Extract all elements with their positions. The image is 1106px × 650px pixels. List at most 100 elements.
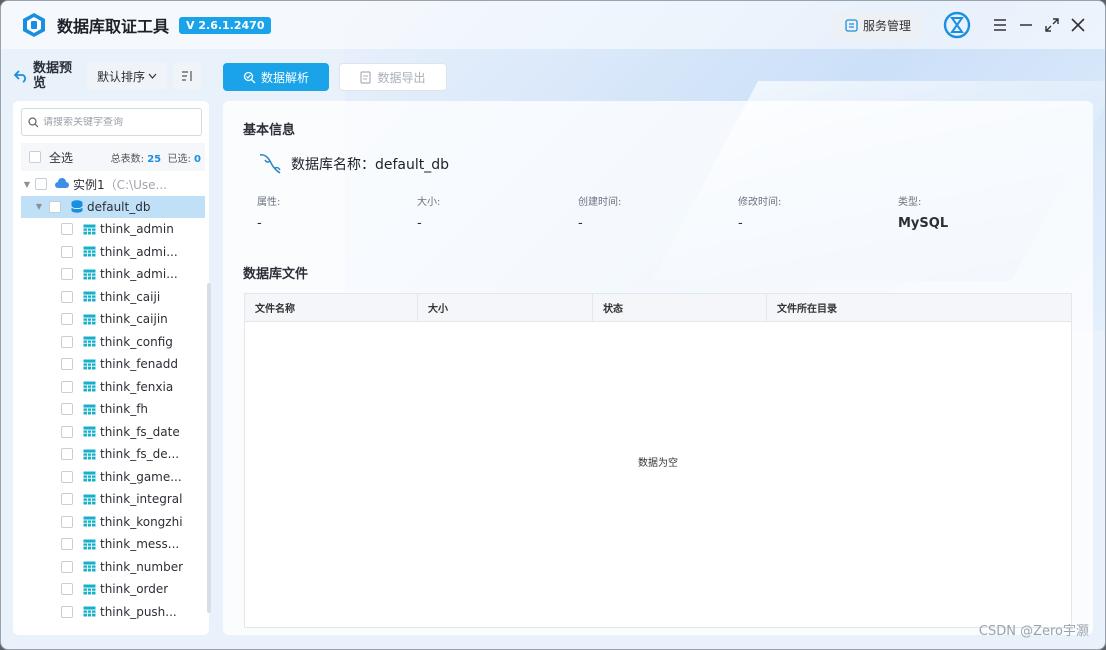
app-window: 数据库取证工具 V 2.6.1.2470 服务管理 数据预览 默认排序 请搜索关… [0,0,1106,650]
back-arrow-icon [13,70,26,83]
table-list-item[interactable]: think_push... [21,601,205,624]
table-checkbox[interactable] [61,290,73,303]
expand-arrow-icon[interactable]: ▼ [33,202,45,211]
table-counts: 总表数: 25 已选: 0 [111,150,201,165]
table-list-item[interactable]: think_fenadd [21,353,205,376]
attr-properties: 属性: - [257,193,407,231]
export-icon [360,70,372,84]
table-icon [83,516,96,527]
service-management-label: 服务管理 [862,18,911,33]
title-bar: 数据库取证工具 V 2.6.1.2470 服务管理 [1,1,1105,49]
table-list-item[interactable]: think_game... [21,466,205,489]
column-header[interactable]: 文件名称 [245,294,418,321]
table-icon [83,359,96,370]
table-list-item[interactable]: think_fh [21,398,205,421]
table-list-item[interactable]: think_kongzhi [21,511,205,534]
service-management-button[interactable]: 服务管理 [832,10,923,40]
database-name-row: 数据库名称：default_db [257,151,449,177]
table-checkbox[interactable] [61,380,73,393]
table-list-item[interactable]: think_config [21,331,205,354]
attr-value: - [578,216,583,231]
sort-order-icon [182,71,192,81]
parse-icon [243,71,256,83]
search-icon [28,116,39,127]
table-name: think_order [100,582,169,597]
table-checkbox[interactable] [61,448,73,461]
table-list-item[interactable]: think_admin [21,218,205,241]
table-name: think_caijin [100,312,168,327]
table-checkbox[interactable] [61,268,73,281]
table-list-item[interactable]: think_number [21,556,205,579]
search-input[interactable] [43,116,193,128]
sort-order-button[interactable] [173,62,202,90]
close-icon[interactable] [1067,14,1089,36]
attr-label: 创建时间: [578,197,622,208]
table-checkbox[interactable] [61,515,73,528]
expand-arrow-icon[interactable]: ▼ [21,180,33,189]
basic-info-title: 基本信息 [243,123,296,138]
table-list-item[interactable]: think_fenxia [21,376,205,399]
column-header[interactable]: 文件所在目录 [767,294,1071,321]
table-checkbox[interactable] [61,605,73,618]
table-checkbox[interactable] [61,245,73,258]
select-all-checkbox[interactable] [29,151,41,163]
table-list-item[interactable]: think_fs_de... [21,443,205,466]
table-icon [83,539,96,550]
back-label: 数据预览 [33,61,73,91]
tree-scrollbar[interactable] [207,283,211,613]
attr-modified-time: 修改时间: - [738,193,888,231]
tree-database-row[interactable]: ▼ default_db [21,195,205,218]
table-checkbox[interactable] [61,335,73,348]
list-icon [845,18,858,32]
data-parse-tab[interactable]: 数据解析 [223,63,329,91]
table-name: think_admi... [100,244,178,259]
table-list-item[interactable]: think_admi... [21,241,205,264]
table-list-item[interactable]: think_caiji [21,286,205,309]
table-name: think_caiji [100,289,161,304]
select-all-row: 全选 总表数: 25 已选: 0 [21,143,205,171]
table-checkbox[interactable] [61,223,73,236]
main-panel: 基本信息 数据库名称：default_db 属性: - 大小: - 创建时间: … [223,101,1093,635]
table-icon [83,246,96,257]
db-files-title: 数据库文件 [243,267,309,282]
table-checkbox[interactable] [61,403,73,416]
table-checkbox[interactable] [61,560,73,573]
version-badge: V 2.6.1.2470 [179,16,272,34]
table-checkbox[interactable] [61,470,73,483]
table-list-item[interactable]: think_order [21,578,205,601]
database-checkbox[interactable] [49,200,61,213]
sort-dropdown[interactable]: 默认排序 [87,62,168,90]
table-icon [83,449,96,460]
table-icon [83,426,96,437]
table-list-item[interactable]: think_fs_date [21,421,205,444]
attr-created-time: 创建时间: - [578,193,728,231]
instance-checkbox[interactable] [35,178,47,191]
column-header[interactable]: 大小 [418,294,593,321]
table-icon [83,314,96,325]
table-checkbox[interactable] [61,493,73,506]
menu-icon[interactable] [989,14,1011,36]
sort-label: 默认排序 [97,69,146,84]
table-list-item[interactable]: think_integral [21,488,205,511]
table-icon [83,561,96,572]
minimize-icon[interactable] [1015,14,1037,36]
table-list-item[interactable]: think_caijin [21,308,205,331]
column-header[interactable]: 状态 [593,294,767,321]
table-checkbox[interactable] [61,425,73,438]
instance-icon [55,178,69,189]
search-box[interactable] [21,108,202,136]
back-button[interactable]: 数据预览 [13,61,83,91]
table-checkbox[interactable] [61,358,73,371]
maximize-icon[interactable] [1041,14,1063,36]
tree-instance-row[interactable]: ▼ 实例1 （C:\Use... [21,173,205,196]
table-checkbox[interactable] [61,538,73,551]
table-icon [83,291,96,302]
table-checkbox[interactable] [61,313,73,326]
table-list-item[interactable]: think_admi... [21,263,205,286]
total-count: 25 [147,153,162,165]
table-list-item[interactable]: think_mess... [21,533,205,556]
hourglass-icon[interactable] [943,11,971,39]
table-icon [83,404,96,415]
data-export-tab[interactable]: 数据导出 [339,63,447,91]
table-checkbox[interactable] [61,583,73,596]
